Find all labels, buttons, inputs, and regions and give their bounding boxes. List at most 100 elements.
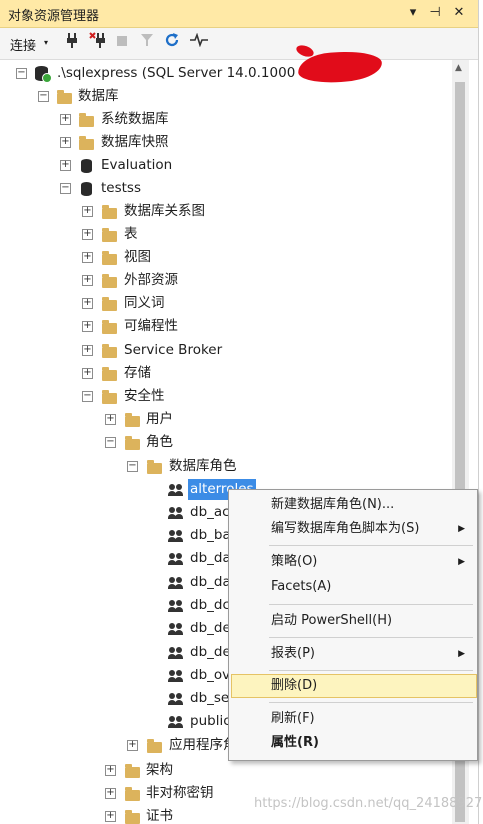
role-icon xyxy=(168,692,184,706)
menu-item-script-role[interactable]: 编写数据库角色脚本为(S) ▶ xyxy=(231,517,475,541)
tree-item-label: db_da xyxy=(190,550,231,566)
activity-monitor-icon[interactable] xyxy=(189,32,209,54)
collapse-icon[interactable]: − xyxy=(38,91,49,102)
filter-icon[interactable] xyxy=(137,32,157,54)
tree-item-label: 外部资源 xyxy=(124,272,178,288)
close-icon[interactable]: ✕ xyxy=(450,3,468,23)
collapse-icon[interactable]: − xyxy=(105,437,116,448)
dropdown-icon[interactable]: ▾ xyxy=(404,3,422,23)
tree-item-database-roles[interactable]: − 数据库角色 xyxy=(0,456,452,477)
tree-item-label: db_se xyxy=(190,690,230,706)
refresh-icon[interactable] xyxy=(162,32,182,54)
role-icon xyxy=(168,622,184,636)
folder-icon xyxy=(125,787,140,801)
tree-item-schemas[interactable]: + 架构 xyxy=(0,760,452,781)
menu-item-label: 属性(R) xyxy=(271,735,319,750)
tree-item-label: 角色 xyxy=(146,434,173,450)
tree-item-users[interactable]: + 用户 xyxy=(0,409,452,430)
role-icon xyxy=(168,715,184,729)
expand-icon[interactable]: + xyxy=(60,160,71,171)
expand-icon[interactable]: + xyxy=(60,137,71,148)
menu-item-refresh[interactable]: 刷新(F) xyxy=(231,707,475,731)
menu-item-reports[interactable]: 报表(P) ▶ xyxy=(231,642,475,666)
expand-icon[interactable]: + xyxy=(127,740,138,751)
tree-item-roles[interactable]: − 角色 xyxy=(0,432,452,453)
tree-item-label: 数据库关系图 xyxy=(124,203,205,219)
role-icon xyxy=(168,576,184,590)
expand-icon[interactable]: + xyxy=(105,811,116,822)
menu-separator xyxy=(269,637,473,638)
expand-icon[interactable]: + xyxy=(82,298,93,309)
tree-item-diagrams[interactable]: + 数据库关系图 xyxy=(0,201,452,222)
menu-item-facets[interactable]: Facets(A) xyxy=(231,575,475,599)
tree-item-label: 数据库 xyxy=(78,88,119,104)
menu-item-new-role[interactable]: 新建数据库角色(N)... xyxy=(231,493,475,517)
expand-icon[interactable]: + xyxy=(82,275,93,286)
pin-icon[interactable]: ⊣ xyxy=(426,3,444,23)
tree-item-evaluation[interactable]: + Evaluation xyxy=(0,155,452,176)
disconnect-icon[interactable] xyxy=(88,32,108,54)
tree-item-label: db_ov xyxy=(190,667,231,683)
expand-icon[interactable]: + xyxy=(82,252,93,263)
menu-item-label: 刷新(F) xyxy=(271,711,315,726)
tree-item-synonyms[interactable]: + 同义词 xyxy=(0,293,452,314)
expand-icon[interactable]: + xyxy=(105,765,116,776)
chevron-down-icon[interactable]: ▾ xyxy=(44,38,48,47)
tree-item-views[interactable]: + 视图 xyxy=(0,247,452,268)
menu-item-properties[interactable]: 属性(R) xyxy=(231,731,475,755)
tree-item-testss[interactable]: − testss xyxy=(0,178,452,199)
tree-item-database-snapshots[interactable]: + 数据库快照 xyxy=(0,132,452,153)
menu-item-policy[interactable]: 策略(O) ▶ xyxy=(231,550,475,574)
tree-item-databases[interactable]: − 数据库 xyxy=(0,86,452,107)
tree-item-label: 系统数据库 xyxy=(101,111,169,127)
folder-icon xyxy=(125,810,140,824)
expand-icon[interactable]: + xyxy=(60,114,71,125)
collapse-icon[interactable]: − xyxy=(82,391,93,402)
tree-item-label: db_de xyxy=(190,620,231,636)
stop-icon[interactable] xyxy=(112,32,132,54)
tree-item-server[interactable]: − .\sqlexpress (SQL Server 14.0.1000 xyxy=(0,63,452,84)
submenu-arrow-icon: ▶ xyxy=(458,649,465,659)
connect-button[interactable]: 连接 xyxy=(10,35,36,54)
folder-icon xyxy=(57,90,72,104)
menu-item-powershell[interactable]: 启动 PowerShell(H) xyxy=(231,609,475,633)
expand-icon[interactable]: + xyxy=(82,321,93,332)
title-bar: 对象资源管理器 ▾ ⊣ ✕ xyxy=(0,0,478,28)
menu-item-label: 删除(D) xyxy=(271,678,318,693)
collapse-icon[interactable]: − xyxy=(16,68,27,79)
submenu-arrow-icon: ▶ xyxy=(458,524,465,534)
tree-item-external-resources[interactable]: + 外部资源 xyxy=(0,270,452,291)
menu-item-delete[interactable]: 删除(D) xyxy=(231,674,477,698)
tree-item-label: 存储 xyxy=(124,365,151,381)
plug-icon[interactable] xyxy=(62,32,82,54)
tree-item-service-broker[interactable]: + Service Broker xyxy=(0,340,452,361)
expand-icon[interactable]: + xyxy=(82,345,93,356)
tree-item-label: testss xyxy=(101,180,141,196)
expand-icon[interactable]: + xyxy=(82,368,93,379)
expand-icon[interactable]: + xyxy=(82,229,93,240)
tree-item-label: 用户 xyxy=(146,411,173,427)
expand-icon[interactable]: + xyxy=(105,788,116,799)
tree-item-security[interactable]: − 安全性 xyxy=(0,386,452,407)
menu-item-label: Facets(A) xyxy=(271,579,332,594)
tree-item-programmability[interactable]: + 可编程性 xyxy=(0,316,452,337)
role-icon xyxy=(168,669,184,683)
role-icon xyxy=(168,529,184,543)
expand-icon[interactable]: + xyxy=(82,206,93,217)
folder-icon xyxy=(125,413,140,427)
tree-item-label: 非对称密钥 xyxy=(146,785,214,801)
tree-item-system-databases[interactable]: + 系统数据库 xyxy=(0,109,452,130)
collapse-icon[interactable]: − xyxy=(127,461,138,472)
collapse-icon[interactable]: − xyxy=(60,183,71,194)
tree-item-label: 证书 xyxy=(146,808,173,824)
tree-item-storage[interactable]: + 存储 xyxy=(0,363,452,384)
scroll-up-icon[interactable]: ▲ xyxy=(455,63,462,73)
tree-item-label: db_ac xyxy=(190,504,230,520)
folder-icon xyxy=(147,739,162,753)
expand-icon[interactable]: + xyxy=(105,414,116,425)
tree-item-label: db_da xyxy=(190,574,231,590)
tree-item-label: db_dc xyxy=(190,597,230,613)
tree-item-tables[interactable]: + 表 xyxy=(0,224,452,245)
role-icon xyxy=(168,599,184,613)
folder-icon xyxy=(79,136,94,150)
